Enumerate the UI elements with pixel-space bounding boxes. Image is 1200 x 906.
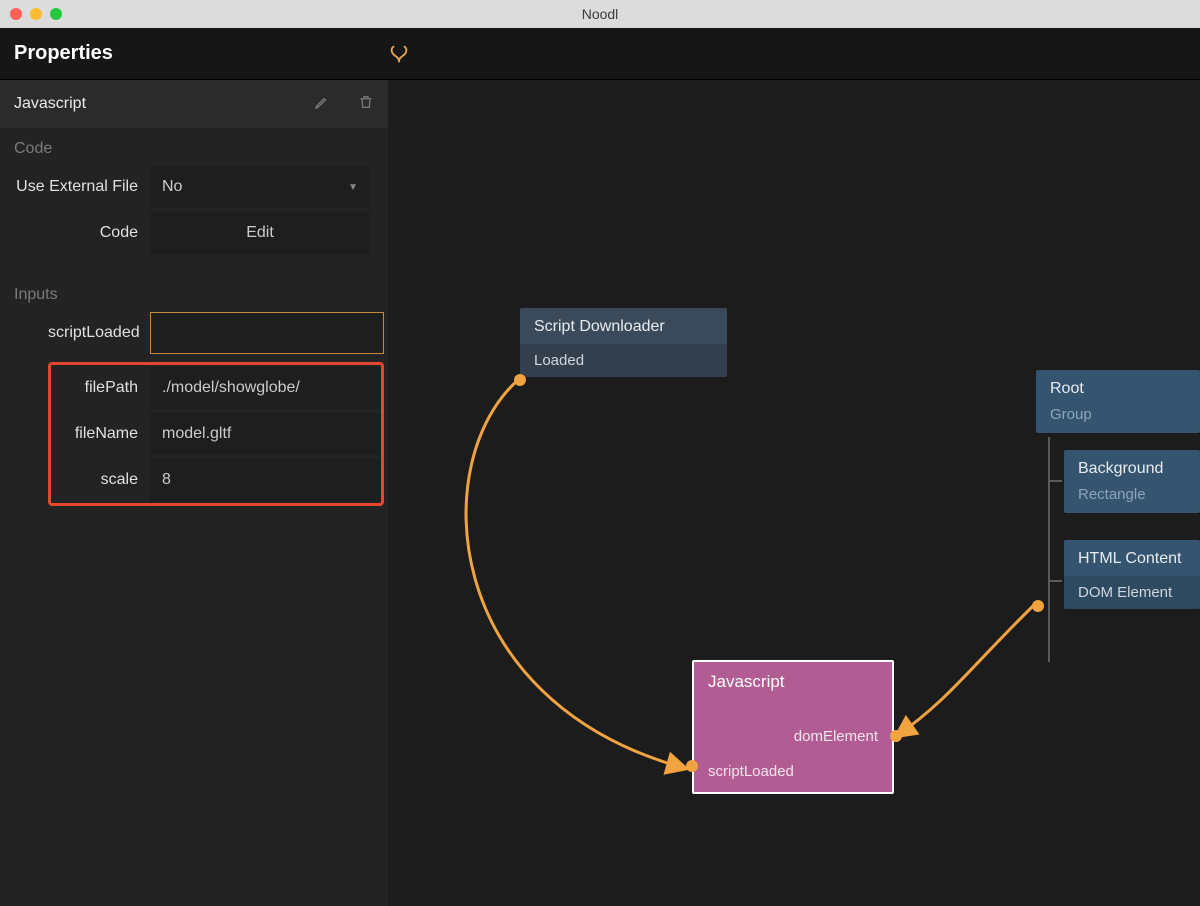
header-bar: Properties (0, 28, 1200, 80)
node-javascript[interactable]: Javascript domElement scriptLoaded (692, 660, 894, 794)
scriptloaded-input[interactable] (150, 312, 384, 354)
scriptloaded-label: scriptLoaded (48, 324, 150, 342)
code-label: Code (0, 224, 150, 242)
node-canvas[interactable]: Script Downloader Loaded Root Group Back… (388, 80, 1200, 906)
tree-line (1048, 480, 1062, 482)
highlighted-inputs-group: filePath fileName scale (48, 362, 384, 506)
pretzel-icon[interactable] (388, 43, 410, 65)
port-dot-loaded[interactable] (514, 374, 526, 386)
port-dot-js-scriptloaded[interactable] (686, 760, 698, 772)
port-dom-element[interactable]: DOM Element (1064, 576, 1200, 609)
panel-header: Javascript (0, 80, 388, 128)
window-title: Noodl (582, 6, 619, 22)
node-root[interactable]: Root Group (1036, 370, 1200, 433)
port-dot-js-domelement[interactable] (890, 730, 902, 742)
node-title: Javascript (694, 662, 892, 700)
use-external-file-dropdown[interactable]: No ▼ (150, 166, 370, 208)
selected-node-name: Javascript (14, 95, 86, 113)
tree-line (1048, 437, 1050, 662)
use-external-file-label: Use External File (0, 178, 150, 196)
scriptloaded-row: scriptLoaded (48, 310, 384, 356)
node-subtitle: Rectangle (1064, 486, 1200, 513)
filename-label: fileName (51, 425, 150, 443)
node-background[interactable]: Background Rectangle (1064, 450, 1200, 513)
port-domelement[interactable]: domElement (794, 728, 878, 745)
node-script-downloader[interactable]: Script Downloader Loaded (520, 308, 727, 377)
properties-sidebar: Javascript Code Use External File No ▼ C… (0, 80, 388, 906)
window-titlebar: Noodl (0, 0, 1200, 28)
port-loaded[interactable]: Loaded (520, 344, 727, 377)
page-title: Properties (14, 42, 113, 65)
node-title: Script Downloader (520, 308, 727, 344)
minimize-window-button[interactable] (30, 8, 42, 20)
port-scriptloaded[interactable]: scriptLoaded (708, 763, 794, 780)
close-window-button[interactable] (10, 8, 22, 20)
section-inputs-label: Inputs (0, 274, 388, 310)
use-external-file-value: No (162, 178, 182, 196)
scale-input[interactable] (150, 459, 381, 501)
maximize-window-button[interactable] (50, 8, 62, 20)
tree-line (1048, 580, 1062, 582)
trash-icon[interactable] (358, 94, 374, 115)
filepath-label: filePath (51, 379, 150, 397)
code-edit-label: Edit (246, 224, 274, 242)
filename-input[interactable] (150, 413, 381, 455)
filepath-input[interactable] (150, 367, 381, 409)
filename-row: fileName (51, 411, 381, 457)
window-controls (0, 8, 62, 20)
scale-row: scale (51, 457, 381, 503)
port-dot-dom-element[interactable] (1032, 600, 1044, 612)
code-edit-button[interactable]: Edit (150, 212, 370, 254)
node-title: HTML Content (1064, 540, 1200, 576)
filepath-row: filePath (51, 365, 381, 411)
node-html-content[interactable]: HTML Content DOM Element (1064, 540, 1200, 609)
scale-label: scale (51, 471, 150, 489)
node-title: Background (1064, 450, 1200, 486)
chevron-down-icon: ▼ (348, 182, 358, 193)
edit-icon[interactable] (314, 94, 330, 115)
node-subtitle: Group (1036, 406, 1200, 433)
node-title: Root (1036, 370, 1200, 406)
use-external-file-row: Use External File No ▼ (0, 164, 388, 210)
code-row: Code Edit (0, 210, 388, 256)
section-code-label: Code (0, 128, 388, 164)
